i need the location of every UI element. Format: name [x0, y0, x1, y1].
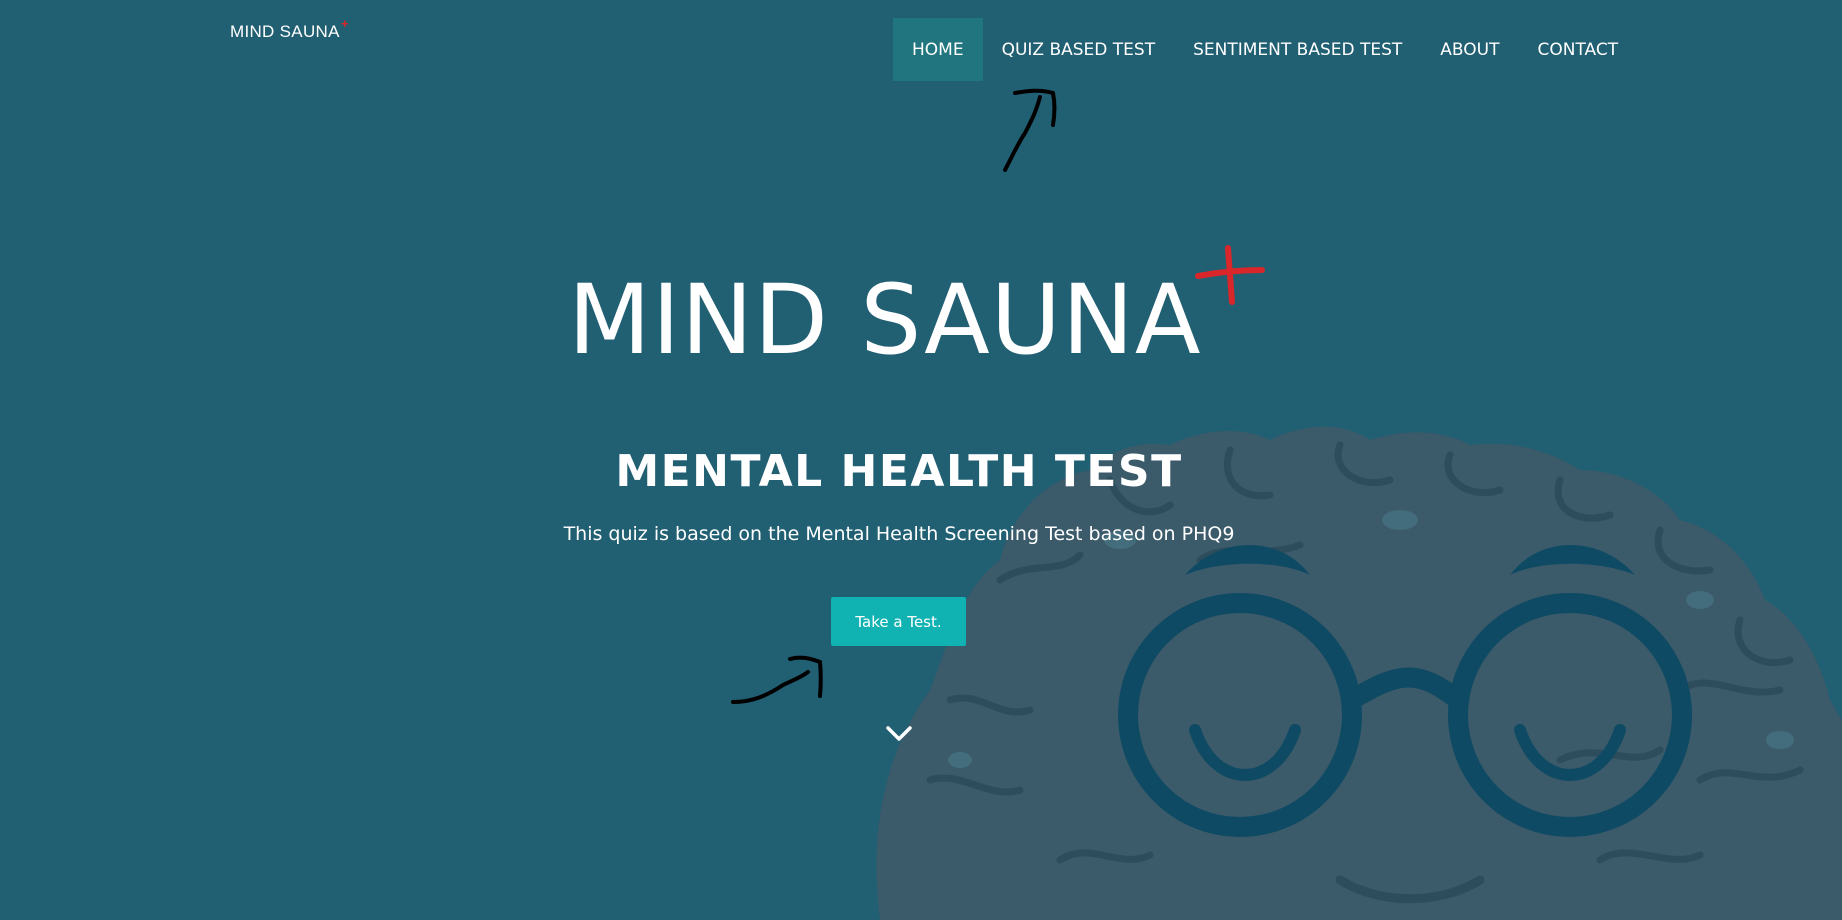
page: MIND SAUNA + HOME QUIZ BASED TEST SENTIM…: [0, 0, 1842, 920]
brain-illustration-body: [876, 426, 1842, 920]
annotation-arrow-cta: [731, 655, 823, 704]
brain-illustration-eyebrows: [1185, 545, 1635, 575]
brand-plus-icon: +: [340, 16, 349, 31]
nav-about[interactable]: ABOUT: [1421, 18, 1518, 81]
annotation-arrow-nav: [1003, 88, 1057, 172]
brand-name: MIND SAUNA: [230, 22, 340, 41]
brain-illustration-eyes: [1189, 724, 1626, 781]
hero-title: MENTAL HEALTH TEST: [615, 446, 1183, 497]
nav-quiz-based-test[interactable]: QUIZ BASED TEST: [983, 18, 1175, 81]
brand-logo-link[interactable]: MIND SAUNA +: [230, 16, 348, 42]
brain-illustration-glasses: [1118, 593, 1692, 837]
chevron-down-icon[interactable]: [880, 718, 918, 748]
red-plus-icon: [1195, 245, 1265, 305]
hero-logo-text: MIND SAUNA: [568, 264, 1202, 376]
nav-home[interactable]: HOME: [893, 18, 983, 81]
nav-contact[interactable]: CONTACT: [1518, 18, 1637, 81]
brain-illustration-smile: [1335, 875, 1485, 904]
hero-subtitle: This quiz is based on the Mental Health …: [563, 523, 1235, 545]
nav-sentiment-based-test[interactable]: SENTIMENT BASED TEST: [1174, 18, 1421, 81]
take-a-test-button[interactable]: Take a Test.: [831, 597, 966, 646]
main-nav: HOME QUIZ BASED TEST SENTIMENT BASED TES…: [893, 18, 1637, 81]
